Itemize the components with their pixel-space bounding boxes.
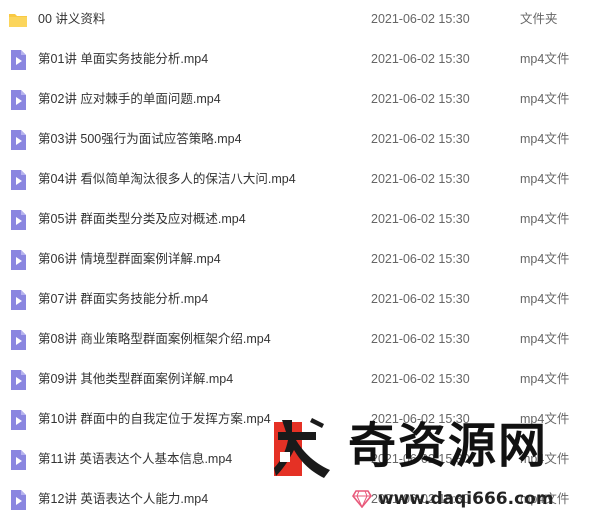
watermark-url: www.daqi666.com	[378, 489, 554, 509]
video-file-icon	[9, 490, 27, 510]
file-name: 第07讲 群面实务技能分析.mp4	[38, 292, 209, 306]
file-type: mp4文件	[520, 252, 570, 266]
video-file-icon	[9, 90, 27, 110]
file-modified-date: 2021-06-02 15:30	[371, 372, 470, 386]
file-type: 文件夹	[520, 12, 558, 26]
file-type: mp4文件	[520, 172, 570, 186]
file-modified-date: 2021-06-02 15:30	[371, 132, 470, 146]
diamond-icon	[352, 490, 372, 508]
file-name: 第06讲 情境型群面案例详解.mp4	[38, 252, 221, 266]
file-modified-date: 2021-06-02 15:30	[371, 252, 470, 266]
file-modified-date: 2021-06-02 15:30	[371, 12, 470, 26]
file-modified-date: 2021-06-02 15:30	[371, 92, 470, 106]
file-name: 第01讲 单面实务技能分析.mp4	[38, 52, 209, 66]
file-modified-date: 2021-06-02 15:30	[371, 172, 470, 186]
folder-icon	[9, 10, 27, 30]
file-type: mp4文件	[520, 292, 570, 306]
file-row[interactable]: 第04讲 看似简单淘汰很多人的保洁八大问.mp4 2021-06-02 15:30…	[0, 160, 589, 200]
file-name: 00 讲义资料	[38, 12, 106, 26]
file-name: 第04讲 看似简单淘汰很多人的保洁八大问.mp4	[38, 172, 296, 186]
file-row[interactable]: 第09讲 其他类型群面案例详解.mp4 2021-06-02 15:30 mp4文件	[0, 360, 589, 400]
file-type: mp4文件	[520, 372, 570, 386]
watermark: 奇资源网 www.daqi666.com	[268, 414, 589, 517]
video-file-icon	[9, 330, 27, 350]
video-file-icon	[9, 210, 27, 230]
file-row[interactable]: 第08讲 商业策略型群面案例框架介绍.mp4 2021-06-02 15:30 mp…	[0, 320, 589, 360]
file-name: 第08讲 商业策略型群面案例框架介绍.mp4	[38, 332, 271, 346]
file-name: 第09讲 其他类型群面案例详解.mp4	[38, 372, 234, 386]
file-type: mp4文件	[520, 212, 570, 226]
file-name: 第05讲 群面类型分类及应对概述.mp4	[38, 212, 246, 226]
video-file-icon	[9, 130, 27, 150]
file-type: mp4文件	[520, 52, 570, 66]
video-file-icon	[9, 370, 27, 390]
file-name: 第02讲 应对棘手的单面问题.mp4	[38, 92, 221, 106]
file-row[interactable]: 第06讲 情境型群面案例详解.mp4 2021-06-02 15:30 mp4文件	[0, 240, 589, 280]
video-file-icon	[9, 290, 27, 310]
file-modified-date: 2021-06-02 15:30	[371, 212, 470, 226]
file-name: 第11讲 英语表达个人基本信息.mp4	[38, 452, 233, 466]
file-type: mp4文件	[520, 332, 570, 346]
file-row[interactable]: 第01讲 单面实务技能分析.mp4 2021-06-02 15:30 mp4文件	[0, 40, 589, 80]
file-browser-page: 00 讲义资料 2021-06-02 15:30 文件夹第01讲 单面实务技能分析.…	[0, 0, 589, 517]
file-row[interactable]: 第05讲 群面类型分类及应对概述.mp4 2021-06-02 15:30 mp4文…	[0, 200, 589, 240]
watermark-brand: 奇资源网	[348, 418, 549, 474]
file-name: 第10讲 群面中的自我定位于发挥方案.mp4	[38, 412, 271, 426]
video-file-icon	[9, 250, 27, 270]
video-file-icon	[9, 170, 27, 190]
file-name: 第12讲 英语表达个人能力.mp4	[38, 492, 209, 506]
file-row[interactable]: 第03讲 500强行为面试应答策略.mp4 2021-06-02 15:30 mp4…	[0, 120, 589, 160]
file-modified-date: 2021-06-02 15:30	[371, 332, 470, 346]
video-file-icon	[9, 50, 27, 70]
file-modified-date: 2021-06-02 15:30	[371, 292, 470, 306]
file-row[interactable]: 第02讲 应对棘手的单面问题.mp4 2021-06-02 15:30 mp4文件	[0, 80, 589, 120]
file-row[interactable]: 00 讲义资料 2021-06-02 15:30 文件夹	[0, 0, 589, 40]
file-name: 第03讲 500强行为面试应答策略.mp4	[38, 132, 242, 146]
da-logo-icon	[274, 418, 330, 478]
file-type: mp4文件	[520, 132, 570, 146]
video-file-icon	[9, 450, 27, 470]
file-type: mp4文件	[520, 92, 570, 106]
video-file-icon	[9, 410, 27, 430]
file-modified-date: 2021-06-02 15:30	[371, 52, 470, 66]
file-row[interactable]: 第07讲 群面实务技能分析.mp4 2021-06-02 15:30 mp4文件	[0, 280, 589, 320]
